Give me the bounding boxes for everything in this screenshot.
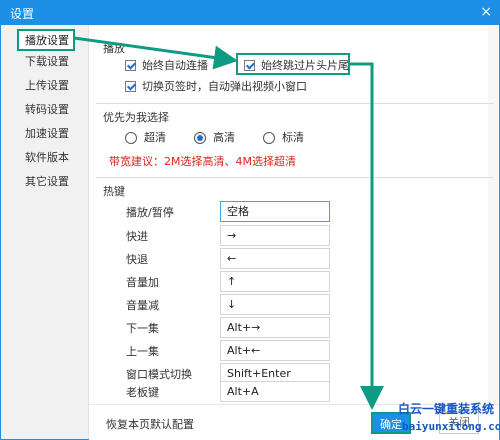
- hotkey-row: 音量加 ↑: [108, 271, 338, 292]
- window-title: 设置: [10, 7, 35, 21]
- sidebar-item-transcode[interactable]: 转码设置: [1, 98, 88, 122]
- radio-selected-icon: [194, 132, 206, 144]
- skip-intro-label: 始终跳过片头片尾: [261, 59, 349, 72]
- watermark-logo: 白云一键重装系统 baiyunxitong.com: [398, 400, 500, 438]
- auto-continue-label: 始终自动连播: [142, 59, 208, 72]
- checkbox-checked-icon: [244, 60, 255, 71]
- hotkey-label: 快退: [126, 253, 148, 266]
- hotkey-input-prev-episode[interactable]: Alt+←: [220, 340, 330, 361]
- hotkey-input-next-episode[interactable]: Alt+→: [220, 317, 330, 338]
- sidebar: 播放设置 下载设置 上传设置 转码设置 加速设置 软件版本 其它设置: [1, 25, 89, 439]
- quality-option-label: 高清: [213, 131, 235, 144]
- radio-icon: [125, 132, 137, 144]
- quality-section-title: 优先为我选择: [103, 111, 169, 124]
- popup-small-window-label: 切换页签时，自动弹出视频小窗口: [142, 80, 307, 93]
- hotkey-label: 下一集: [126, 322, 159, 335]
- hotkey-input-volume-down[interactable]: ↓: [220, 294, 330, 315]
- checkbox-checked-icon: [125, 81, 136, 92]
- sidebar-item-other[interactable]: 其它设置: [1, 170, 88, 194]
- hotkey-input-boss-key[interactable]: Alt+A: [220, 381, 330, 402]
- hotkey-input-volume-up[interactable]: ↑: [220, 271, 330, 292]
- playback-section-title: 播放: [103, 42, 125, 55]
- hotkey-label: 快进: [126, 230, 148, 243]
- sidebar-item-version[interactable]: 软件版本: [1, 146, 88, 170]
- hotkey-row: 快退 ←: [108, 248, 338, 269]
- hotkey-row: 下一集 Alt+→: [108, 317, 338, 338]
- hotkey-label: 上一集: [126, 345, 159, 358]
- hotkey-row: 播放/暂停 空格: [108, 201, 338, 222]
- hotkey-label: 音量加: [126, 276, 159, 289]
- close-icon[interactable]: ×: [480, 3, 492, 21]
- radio-icon: [263, 132, 275, 144]
- title-bar: 设置 ×: [0, 0, 500, 25]
- watermark-text-bottom: baiyunxitong.com: [402, 420, 500, 433]
- sidebar-item-accelerate[interactable]: 加速设置: [1, 122, 88, 146]
- hotkeys-section-title: 热键: [103, 185, 125, 198]
- hotkey-input-rewind[interactable]: ←: [220, 248, 330, 269]
- sidebar-item-download[interactable]: 下载设置: [1, 50, 88, 74]
- hotkey-label: 老板键: [126, 386, 159, 399]
- hotkey-row: 音量减 ↓: [108, 294, 338, 315]
- checkbox-checked-icon: [125, 60, 136, 71]
- quality-option-label: 标清: [282, 131, 304, 144]
- sidebar-item-playback[interactable]: 播放设置: [17, 29, 75, 51]
- divider: [96, 177, 494, 178]
- hotkey-label: 播放/暂停: [126, 206, 174, 219]
- hotkey-row: 老板键 Alt+A: [108, 381, 338, 402]
- bandwidth-tip: 带宽建议：2M选择高清、4M选择超清: [109, 155, 296, 168]
- quality-option-label: 超清: [144, 131, 166, 144]
- scrollbar[interactable]: [488, 26, 498, 404]
- hotkey-row: 上一集 Alt+←: [108, 340, 338, 361]
- hotkey-input-play-pause[interactable]: 空格: [220, 201, 330, 222]
- divider: [96, 103, 494, 104]
- hotkey-input-forward[interactable]: →: [220, 225, 330, 246]
- hotkey-label: 音量减: [126, 299, 159, 312]
- hotkey-label: 窗口模式切换: [126, 368, 192, 381]
- watermark-text-top: 白云一键重装系统: [398, 402, 495, 416]
- sidebar-item-upload[interactable]: 上传设置: [1, 74, 88, 98]
- reset-defaults-link[interactable]: 恢复本页默认配置: [106, 416, 194, 432]
- hotkey-row: 快进 →: [108, 225, 338, 246]
